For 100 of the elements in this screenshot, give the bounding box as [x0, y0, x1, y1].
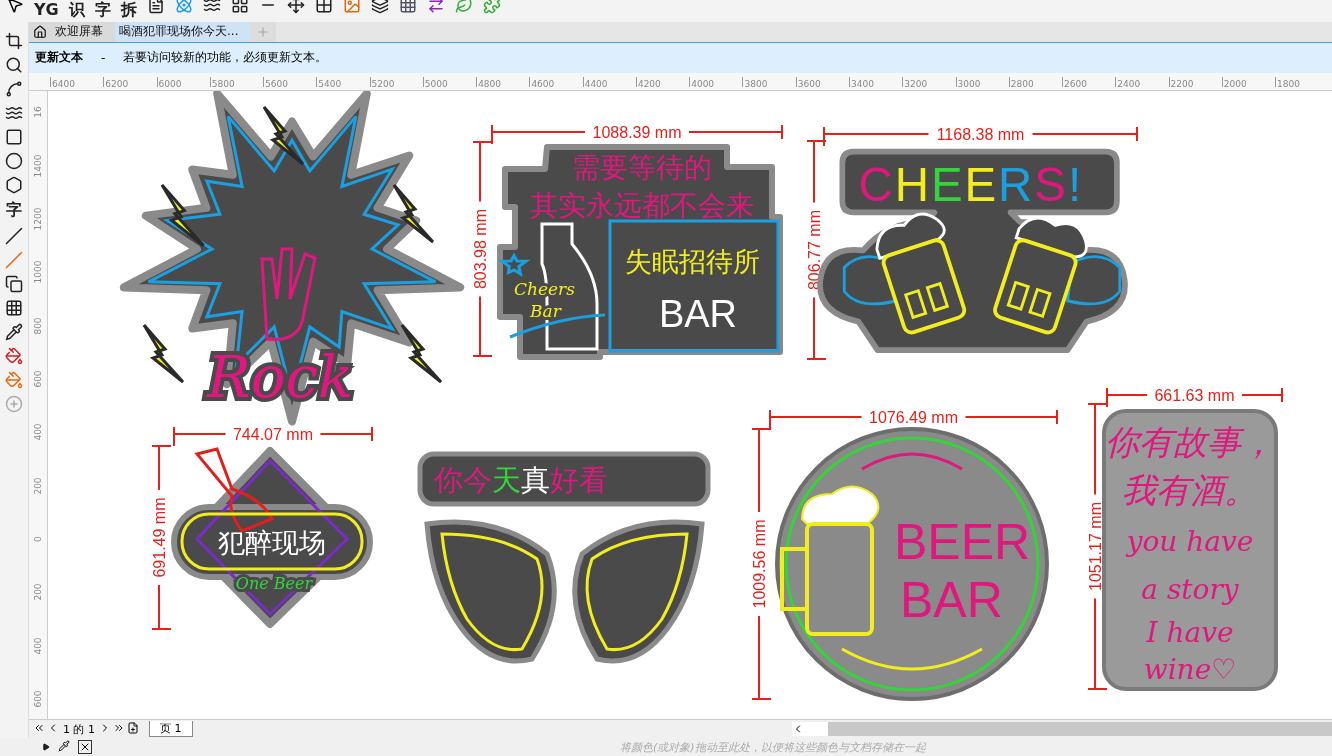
ruler-label: 200: [33, 582, 43, 603]
dimension-label: 1088.39 mm: [592, 124, 682, 142]
lightning-icon: [400, 323, 443, 384]
wave-icon[interactable]: [202, 0, 221, 14]
atom-icon[interactable]: [174, 0, 193, 14]
polygon-icon[interactable]: [5, 176, 23, 194]
horizontal-scrollbar[interactable]: [792, 722, 1332, 737]
move-icon[interactable]: [286, 0, 305, 14]
eyedropper-icon[interactable]: [5, 323, 23, 341]
dimension-label: 1168.38 mm: [936, 126, 1025, 144]
toolbar-glyph-button[interactable]: 拆: [120, 0, 137, 20]
lightning-icon: [392, 183, 435, 244]
document-tab[interactable]: 欢迎屏幕: [29, 22, 115, 42]
ruler-label: 4200: [635, 76, 690, 87]
document-icon[interactable]: [146, 0, 165, 14]
no-color-swatch-icon[interactable]: [78, 740, 92, 754]
ruler-label: 2000: [1221, 76, 1276, 87]
add-page-icon[interactable]: [127, 721, 139, 737]
ruler-label: 800: [33, 316, 43, 337]
ruler-label: 4000: [689, 76, 743, 87]
notice-title: 更新文本: [35, 49, 83, 67]
expand-icon[interactable]: [42, 740, 50, 754]
ruler-label: 16: [33, 105, 43, 121]
ruler-label: 2600: [1062, 76, 1116, 87]
dimension-label: 691.49 mm: [151, 497, 168, 578]
sign-text: wine♡: [1143, 653, 1237, 687]
leaf-icon[interactable]: [454, 0, 473, 14]
ruler-label: 4800: [476, 76, 530, 87]
dimension-label: 1051.17 mm: [1087, 502, 1104, 592]
page-position: 1 的 1: [63, 721, 95, 737]
ruler-label: 6400: [50, 76, 104, 87]
ruler-label: 3400: [849, 76, 903, 87]
ruler-label: 600: [33, 369, 43, 390]
home-icon: [33, 24, 47, 39]
sign-text: 失眠招待所: [624, 246, 760, 278]
squares-icon[interactable]: [314, 0, 333, 14]
connector-icon[interactable]: [5, 251, 23, 269]
curve-icon[interactable]: [5, 104, 23, 122]
ruler-label: 2200: [1168, 76, 1222, 87]
dimension-label: 1076.49 mm: [869, 409, 958, 427]
lightning-icon: [160, 183, 206, 248]
ruler-label: 0: [33, 535, 43, 544]
ruler-label: 3200: [902, 76, 956, 87]
dots-grid-icon[interactable]: [398, 0, 417, 14]
puzzle-icon[interactable]: [482, 0, 501, 14]
layers-icon[interactable]: [370, 0, 389, 14]
lightning-icon: [142, 323, 185, 384]
notice-separator: -: [101, 50, 106, 65]
toolbar-glyph-button[interactable]: 识: [68, 0, 85, 20]
sign-text: 我有酒。: [1122, 470, 1258, 511]
arrows-icon[interactable]: [426, 0, 445, 14]
document-tab[interactable]: 喝酒犯罪现场你今天...: [115, 22, 251, 42]
ruler-label: 2400: [1115, 76, 1169, 87]
sign-text: 需要等待的: [572, 151, 712, 185]
sign-text: I have: [1146, 616, 1234, 650]
lightning-icon: [262, 105, 305, 166]
image-icon[interactable]: [342, 0, 361, 14]
ruler-label: 3800: [742, 76, 796, 87]
toolbar-glyph-button[interactable]: YG: [34, 0, 59, 20]
ruler-label: 4600: [529, 76, 583, 87]
sign-text: BAR: [900, 572, 1003, 629]
ellipse-icon[interactable]: [5, 152, 23, 170]
ruler-label: 1200: [33, 206, 43, 233]
pointer-icon[interactable]: [6, 0, 24, 14]
ruler-label: 6000: [156, 76, 210, 87]
ruler-label: 5200: [369, 76, 423, 87]
ruler-label: 6200: [103, 76, 157, 87]
sign-title: CHEERS!: [858, 158, 1083, 212]
ruler-label: 3600: [795, 76, 849, 87]
dimension-label: 744.07 mm: [233, 426, 313, 444]
ruler-label: 2800: [1008, 76, 1063, 87]
ruler-label: 600: [33, 689, 43, 710]
text-tool-button[interactable]: 字: [6, 200, 22, 221]
ruler-label: 1000: [33, 259, 43, 286]
ruler-label: 400: [33, 636, 43, 657]
line-icon[interactable]: [5, 227, 23, 245]
shadow-icon[interactable]: [5, 275, 23, 293]
freehand-icon[interactable]: [5, 80, 23, 98]
sign-text: 你有故事，: [1105, 422, 1275, 463]
dimension-label: 661.63 mm: [1154, 387, 1235, 405]
ruler-label: 3000: [955, 76, 1009, 87]
page-tab[interactable]: 页 1: [149, 721, 193, 738]
dimension-label: 803.98 mm: [472, 209, 489, 290]
grid-icon[interactable]: [230, 0, 249, 14]
rectangle-icon[interactable]: [5, 128, 23, 146]
ruler-label: 5000: [422, 76, 477, 87]
ruler-label: 5400: [316, 76, 370, 87]
sign-text: 犯醉现场: [218, 527, 326, 559]
crop-icon[interactable]: [5, 32, 23, 50]
sign-text: you have: [1126, 525, 1254, 559]
sign-text: 其实永远都不会来: [530, 189, 754, 223]
toolbar-glyph-button[interactable]: 字: [94, 0, 111, 20]
ruler-label: 400: [33, 422, 43, 443]
zoom-icon[interactable]: [5, 56, 23, 74]
paint-bucket-icon[interactable]: [5, 347, 23, 365]
ruler-label: 4400: [582, 76, 636, 87]
ruler-label: 1800: [1275, 76, 1329, 87]
ruler-label: 5800: [209, 76, 264, 87]
fill-icon[interactable]: [5, 371, 23, 389]
checker-icon[interactable]: [5, 299, 23, 317]
